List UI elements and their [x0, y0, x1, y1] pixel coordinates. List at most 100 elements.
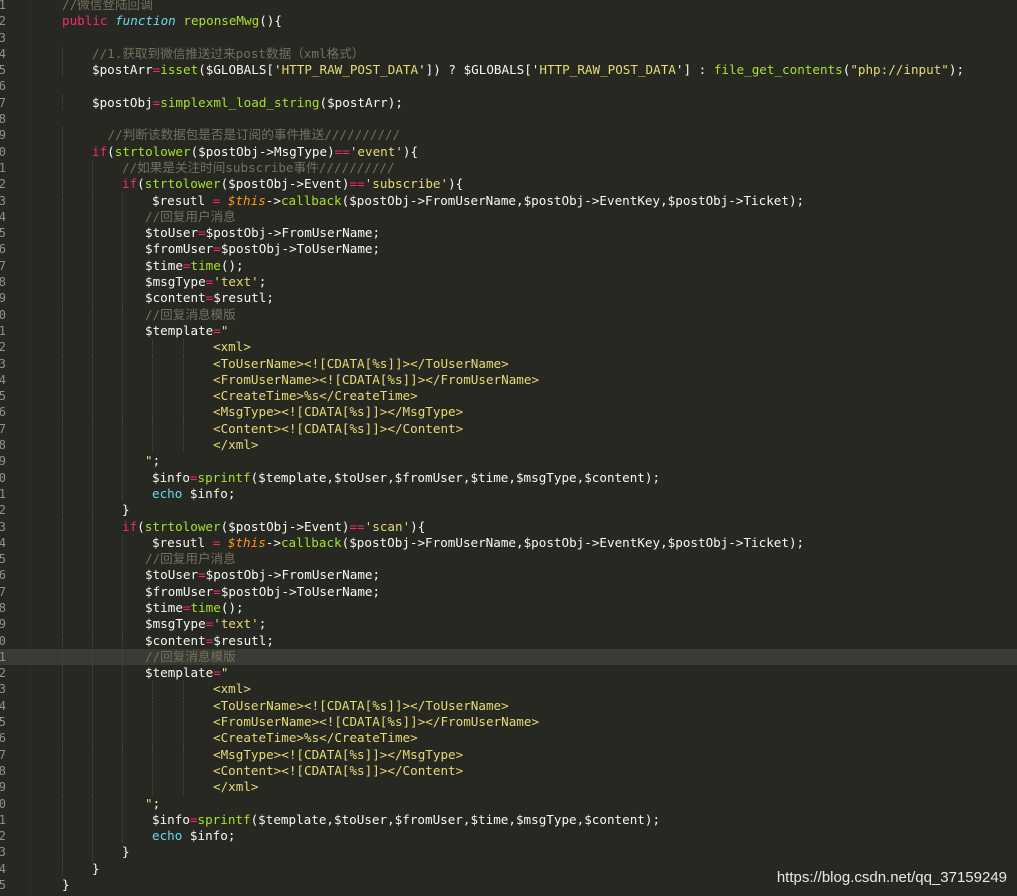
code-text: <CreateTime>%s</CreateTime> [213, 388, 418, 404]
code-line[interactable]: 9 </xml> [0, 779, 1017, 796]
code-line[interactable]: 8 $time=time(); [0, 599, 1017, 617]
code-text: </xml> [213, 437, 259, 453]
line-number: 4 [0, 698, 6, 713]
code-token: </xml> [213, 437, 259, 453]
code-line[interactable]: 5 //回复用户消息 [0, 551, 1017, 568]
code-text: $msgType='text'; [145, 274, 266, 290]
indent-guide [183, 437, 184, 454]
code-text: $template=" [145, 323, 228, 339]
code-line[interactable]: 4 $resutl = $this->callback($postObj->Fro… [0, 534, 1017, 552]
code-line[interactable]: 5 $toUser=$postObj->FromUserName; [0, 225, 1017, 242]
code-token: ($template,$toUser,$fromUser,$time,$msgT… [250, 469, 661, 485]
code-line[interactable]: 6 $fromUser=$postObj->ToUserName; [0, 241, 1017, 258]
code-line[interactable]: 1 //微信登陆回调 [0, 0, 1017, 13]
code-editor[interactable]: 1//微信登陆回调 2 public function reponseMwg(){3… [0, 0, 1017, 896]
indent-guide [62, 762, 63, 780]
code-line[interactable]: 8 <Content><![CDATA[%s]]></Content> [0, 762, 1017, 780]
code-token: ($postArr); [319, 94, 403, 110]
code-line[interactable]: 9 $content=$resutl; [0, 290, 1017, 307]
code-text: //回复用户消息 [145, 209, 236, 225]
indent-guide [92, 746, 93, 763]
code-lines[interactable]: 1//微信登陆回调 2 public function reponseMwg(){3… [0, 0, 1017, 893]
code-line[interactable]: 1 echo $info; [0, 485, 1017, 503]
indent-guide [152, 714, 153, 731]
code-line[interactable]: 5 $postArr=isset($GLOBALS['HTTP_RAW_POST_… [0, 62, 1017, 79]
code-line[interactable]: 8 </xml> [0, 437, 1017, 454]
code-token: $msgType [145, 616, 206, 632]
code-line[interactable]: 6 <MsgType><![CDATA[%s]]></MsgType> [0, 404, 1017, 421]
code-line[interactable]: 0 $content=$resutl; [0, 632, 1017, 649]
code-text: echo $info; [152, 486, 235, 502]
code-line[interactable]: 9 $msgType='text'; [0, 616, 1017, 633]
indent-guide [92, 811, 93, 829]
indent-guide [152, 437, 153, 454]
code-line[interactable]: 7 $time=time(); [0, 257, 1017, 275]
code-line[interactable]: 2 echo $info; [0, 828, 1017, 845]
code-token: = [182, 257, 191, 273]
code-line[interactable]: 3} [0, 844, 1017, 861]
code-token: $postArr [92, 62, 153, 78]
code-text: <FromUserName><![CDATA[%s]]></FromUserNa… [213, 714, 539, 730]
code-token: (); [220, 257, 244, 273]
code-line[interactable]: 3 <ToUserName><![CDATA[%s]]></ToUserName> [0, 355, 1017, 372]
code-line[interactable]: 2 if(strtolower($postObj->Event)=='subscr… [0, 176, 1017, 193]
code-line[interactable]: 7 <Content><![CDATA[%s]]></Content> [0, 420, 1017, 438]
code-line[interactable]: 0 if(strtolower($postObj->MsgType)=='even… [0, 143, 1017, 160]
code-line[interactable]: 9 //判断该数据包是否是订阅的事件推送////////// [0, 127, 1017, 144]
code-token: " [145, 453, 153, 469]
code-line[interactable]: 0 "; [0, 795, 1017, 812]
code-line[interactable]: 1 $info=sprintf($template,$toUser,$fromUs… [0, 811, 1017, 829]
code-line[interactable]: 3 $resutl = $this->callback($postObj->Fro… [0, 192, 1017, 209]
indent-guide [92, 290, 93, 307]
code-text: } [62, 877, 70, 893]
code-line[interactable]: 5 <FromUserName><![CDATA[%s]]></FromUserN… [0, 714, 1017, 731]
code-line[interactable]: 4 <FromUserName><![CDATA[%s]]></FromUserN… [0, 371, 1017, 389]
code-line[interactable]: 6 $toUser=$postObj->FromUserName; [0, 567, 1017, 584]
code-line[interactable]: 1 //回复消息模版 [0, 648, 1017, 666]
code-line[interactable]: 7 $fromUser=$postObj->ToUserName; [0, 583, 1017, 600]
code-line[interactable]: 1 //如果是关注时间subscribe事件////////// [0, 159, 1017, 177]
indent-guide [62, 551, 63, 568]
indent-guide [122, 811, 123, 829]
code-token: <MsgType><![CDATA[%s]]></MsgType> [213, 746, 464, 762]
line-number: 3 [0, 30, 6, 45]
indent-guide [183, 355, 184, 372]
code-token: strtolower [144, 518, 221, 534]
code-token: echo [152, 828, 183, 844]
indent-guide [92, 355, 93, 372]
code-line[interactable]: 2 <xml> [0, 339, 1017, 356]
line-number: 4 [0, 372, 6, 387]
code-line[interactable]: 5 <CreateTime>%s</CreateTime> [0, 388, 1017, 405]
code-line[interactable]: 8 [0, 111, 1017, 127]
line-number: 9 [0, 617, 6, 632]
indent-guide [62, 306, 63, 323]
code-token: function [115, 13, 176, 29]
code-line[interactable]: 7 $postObj=simplexml_load_string($postArr… [0, 94, 1017, 112]
code-line[interactable]: 2} [0, 502, 1017, 519]
code-line[interactable]: 7 <MsgType><![CDATA[%s]]></MsgType> [0, 746, 1017, 763]
code-line[interactable]: 3 if(strtolower($postObj->Event)=='scan')… [0, 518, 1017, 535]
code-line[interactable]: 1 $template=" [0, 322, 1017, 340]
code-line[interactable]: 6 [0, 78, 1017, 94]
indent-guide [62, 828, 63, 845]
code-line[interactable]: 3 <xml> [0, 681, 1017, 698]
code-line[interactable]: 0 $info=sprintf($template,$toUser,$fromUs… [0, 469, 1017, 486]
code-line[interactable]: 0 //回复消息模版 [0, 306, 1017, 323]
code-text: } [122, 502, 130, 518]
code-line[interactable]: 2 public function reponseMwg(){ [0, 13, 1017, 29]
code-text: <xml> [213, 681, 251, 697]
code-line[interactable]: 4 <ToUserName><![CDATA[%s]]></ToUserName> [0, 697, 1017, 715]
code-token: ($postObj->FromUserName,$postObj->EventK… [341, 192, 805, 208]
code-line[interactable]: 4 //1.获取到微信推送过来post数据（xml格式） [0, 45, 1017, 63]
code-token: <MsgType><![CDATA[%s]]></MsgType> [213, 404, 464, 420]
code-line[interactable]: 6 <CreateTime>%s</CreateTime> [0, 730, 1017, 747]
code-line[interactable]: 4 //回复用户消息 [0, 208, 1017, 226]
code-line[interactable]: 2 $template=" [0, 665, 1017, 682]
code-text: public function reponseMwg(){ [62, 13, 282, 29]
indent-guide [122, 551, 123, 568]
code-line[interactable]: 8 $msgType='text'; [0, 274, 1017, 291]
code-line[interactable]: 9 "; [0, 453, 1017, 470]
code-line[interactable]: 3 [0, 30, 1017, 46]
line-number: 8 [0, 112, 6, 127]
code-token: = [213, 322, 221, 338]
